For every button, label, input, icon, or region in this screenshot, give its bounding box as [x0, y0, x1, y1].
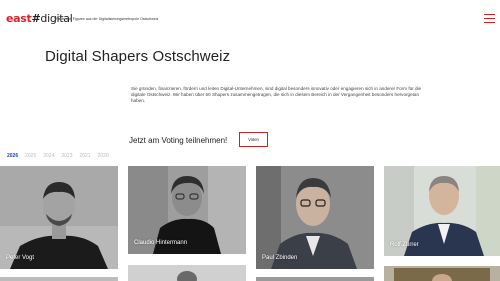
shaper-name: Claudio Hintermann — [134, 240, 188, 246]
shaper-photo — [0, 166, 118, 269]
year-tab-2020[interactable]: 2020 — [98, 153, 109, 159]
vote-button[interactable]: Voten — [239, 132, 268, 147]
shaper-name: Peter Vogt — [6, 255, 35, 261]
shaper-card-partial-3[interactable] — [256, 277, 374, 281]
voting-heading: Jetzt am Voting teilnehmen! — [129, 136, 228, 145]
shaper-name: Paul Zbinden — [262, 255, 298, 261]
year-tab-2021[interactable]: 2021 — [80, 153, 91, 159]
shaper-photo — [256, 166, 374, 269]
shaper-card-rolf-zurrer[interactable]: Rolf Zürrer — [384, 166, 500, 256]
shaper-card-partial-4[interactable] — [384, 266, 500, 281]
shaper-photo — [128, 265, 246, 281]
year-tab-2026[interactable]: 2026 — [7, 153, 18, 159]
menu-icon[interactable] — [484, 14, 495, 23]
site-header: east#digital Fakts und Figures aus der D… — [0, 0, 500, 38]
shaper-card-paul-zbinden[interactable]: Paul Zbinden — [256, 166, 374, 269]
year-tab-2023[interactable]: 2023 — [61, 153, 72, 159]
logo-east-text: east — [6, 12, 32, 25]
shaper-name: Rolf Zürrer — [390, 242, 419, 248]
shaper-photo — [384, 266, 500, 281]
year-tab-2025[interactable]: 2025 — [25, 153, 36, 159]
shaper-card-claudio-hintermann[interactable]: Claudio Hintermann — [128, 166, 246, 254]
intro-text: Sie gründen, finanzieren, fördern und le… — [131, 86, 422, 103]
shaper-card-peter-vogt[interactable]: Peter Vogt — [0, 166, 118, 269]
site-tagline: Fakts und Figures aus der Digitalisierun… — [56, 17, 159, 21]
year-tab-2024[interactable]: 2024 — [43, 153, 54, 159]
shaper-card-partial-1[interactable] — [0, 277, 118, 281]
year-filter: 2026 2025 2024 2023 2021 2020 — [7, 153, 109, 159]
page-title: Digital Shapers Ostschweiz — [45, 48, 231, 65]
shaper-card-partial-2[interactable] — [128, 265, 246, 281]
